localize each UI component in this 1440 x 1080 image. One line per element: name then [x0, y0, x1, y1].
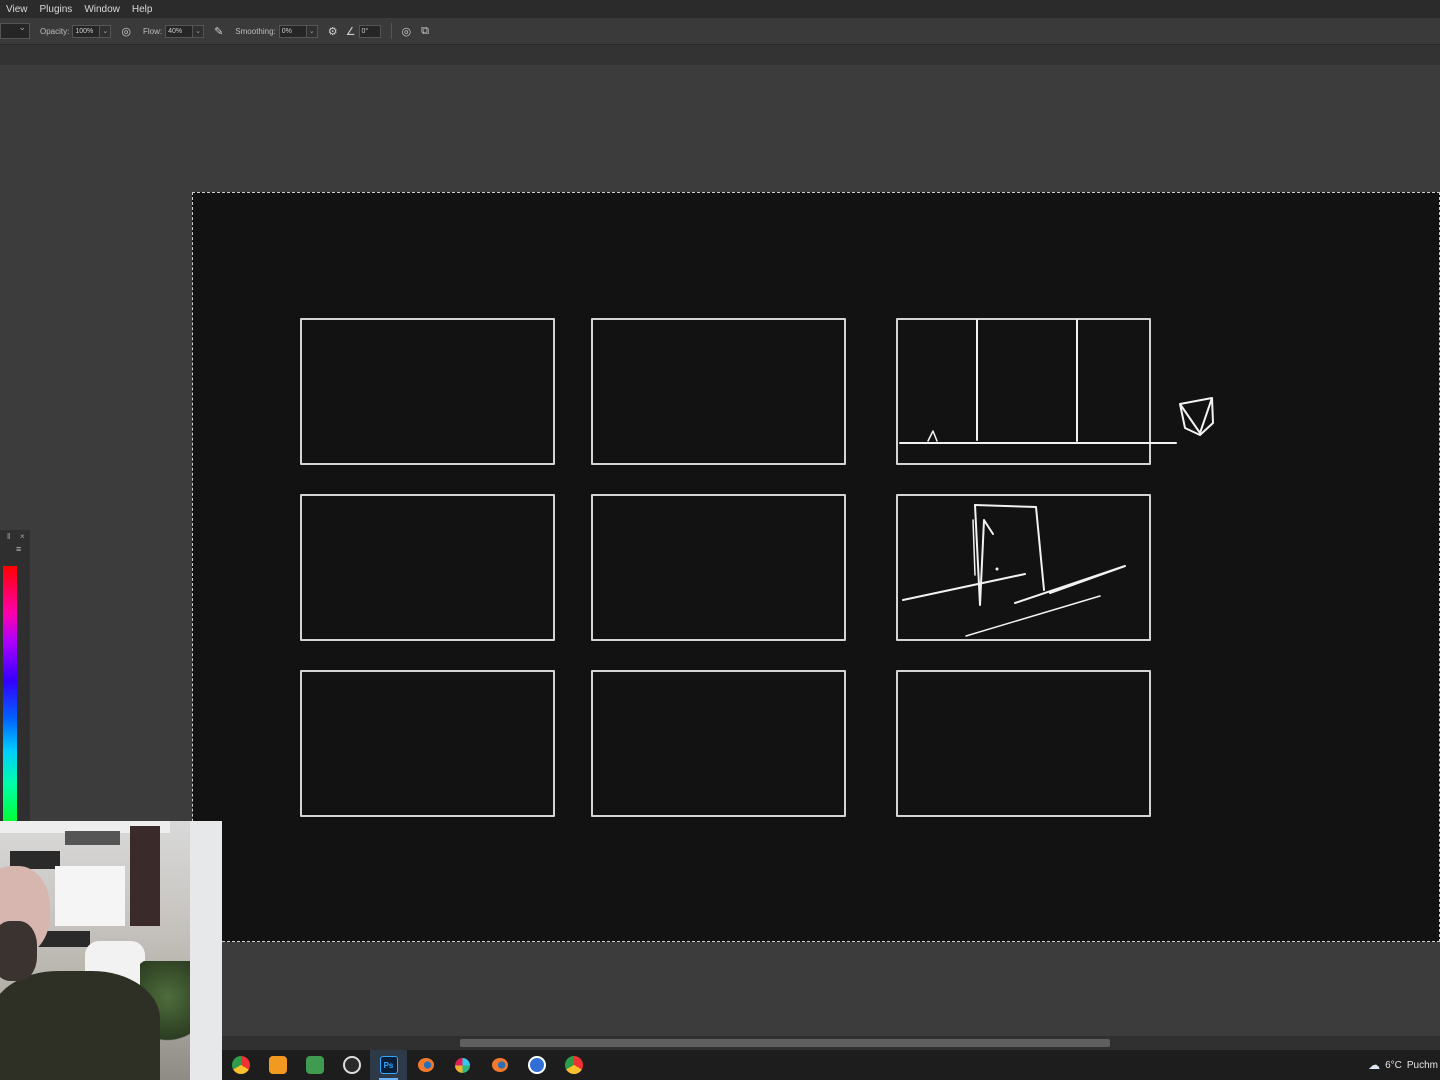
angle-icon: ∠ [345, 25, 356, 38]
symmetry-icon[interactable]: ⧉ [421, 25, 429, 38]
obs-icon [342, 1056, 361, 1074]
flow-dropdown[interactable]: ⌄ [193, 24, 205, 38]
chrome-icon [231, 1056, 250, 1074]
storyboard-panel-3 [896, 318, 1151, 465]
photoshop-icon: Ps [379, 1056, 398, 1074]
storyboard-panel-1 [300, 318, 555, 465]
document-tab-strip [0, 45, 1440, 65]
weather-location[interactable]: Puchm [1407, 1060, 1438, 1071]
word-icon [527, 1056, 546, 1074]
menu-view[interactable]: View [0, 4, 34, 15]
angle-field[interactable]: 0° [358, 24, 381, 38]
taskbar-chrome-2[interactable] [555, 1050, 592, 1080]
panel-menu-icon[interactable]: ≡ [16, 544, 21, 554]
taskbar-photoshop[interactable]: Ps [370, 1050, 407, 1080]
storyboard-panel-6 [896, 494, 1151, 641]
horizontal-scrollbar[interactable] [222, 1036, 1440, 1050]
menu-bar: View Plugins Window Help [0, 0, 1440, 18]
storyboard-panel-9 [896, 670, 1151, 817]
taskbar-slack[interactable] [444, 1050, 481, 1080]
opacity-label: Opacity: [40, 26, 70, 36]
weather-cloud-icon[interactable]: ☁ [1368, 1058, 1380, 1072]
smoothing-dropdown[interactable]: ⌄ [306, 24, 318, 38]
menu-plugins[interactable]: Plugins [34, 4, 79, 15]
opacity-field[interactable]: 100% [72, 24, 101, 38]
blender-icon-2 [491, 1058, 508, 1072]
smoothing-field[interactable]: 0% [278, 24, 307, 38]
airbrush-icon[interactable]: ✎ [214, 25, 223, 38]
taskbar-app-orange[interactable] [259, 1050, 296, 1080]
hue-slider[interactable] [3, 566, 17, 822]
opacity-dropdown[interactable]: ⌄ [100, 24, 112, 38]
tool-preset-picker[interactable] [0, 22, 30, 39]
menu-help[interactable]: Help [126, 4, 159, 15]
storyboard-panel-8 [591, 670, 846, 817]
taskbar-blender-2[interactable] [481, 1050, 518, 1080]
options-separator [390, 23, 392, 39]
taskbar-word[interactable] [518, 1050, 555, 1080]
flow-field[interactable]: 40% [165, 24, 194, 38]
storyboard-panel-2 [591, 318, 846, 465]
color-panel: ‖ × ≡ [0, 530, 30, 822]
weather-temp[interactable]: 6°C [1385, 1060, 1402, 1071]
close-icon[interactable]: × [20, 532, 25, 541]
chrome-icon-2 [564, 1056, 583, 1074]
blender-icon [417, 1058, 434, 1072]
scrollbar-thumb[interactable] [460, 1039, 1110, 1047]
system-tray: ☁ 6°C Puchm [1368, 1050, 1440, 1080]
webcam-overlay [0, 821, 222, 1080]
tool-options-bar: Opacity: 100% ⌄ ◎ Flow: 40% ⌄ ✎ Smoothin… [0, 18, 1440, 45]
storyboard-panel-4 [300, 494, 555, 641]
smoothing-label: Smoothing: [235, 26, 276, 36]
taskbar-obs[interactable] [333, 1050, 370, 1080]
storyboard-panel-5 [591, 494, 846, 641]
taskbar-app-green[interactable] [296, 1050, 333, 1080]
app-orange-icon [268, 1056, 287, 1074]
slack-icon [455, 1057, 470, 1073]
pressure-opacity-icon[interactable]: ◎ [121, 25, 131, 38]
settings-gear-icon[interactable]: ⚙ [328, 25, 338, 38]
taskbar-chrome[interactable] [222, 1050, 259, 1080]
app-green-icon [305, 1056, 324, 1074]
pressure-size-icon[interactable]: ◎ [402, 25, 412, 38]
flow-label: Flow: [142, 26, 163, 36]
storyboard-panel-7 [300, 670, 555, 817]
taskbar: Ps ☁ 6°C Puchm [222, 1050, 1440, 1080]
collapse-icon[interactable]: ‖ [7, 532, 10, 541]
taskbar-blender[interactable] [407, 1050, 444, 1080]
menu-window[interactable]: Window [78, 4, 126, 15]
